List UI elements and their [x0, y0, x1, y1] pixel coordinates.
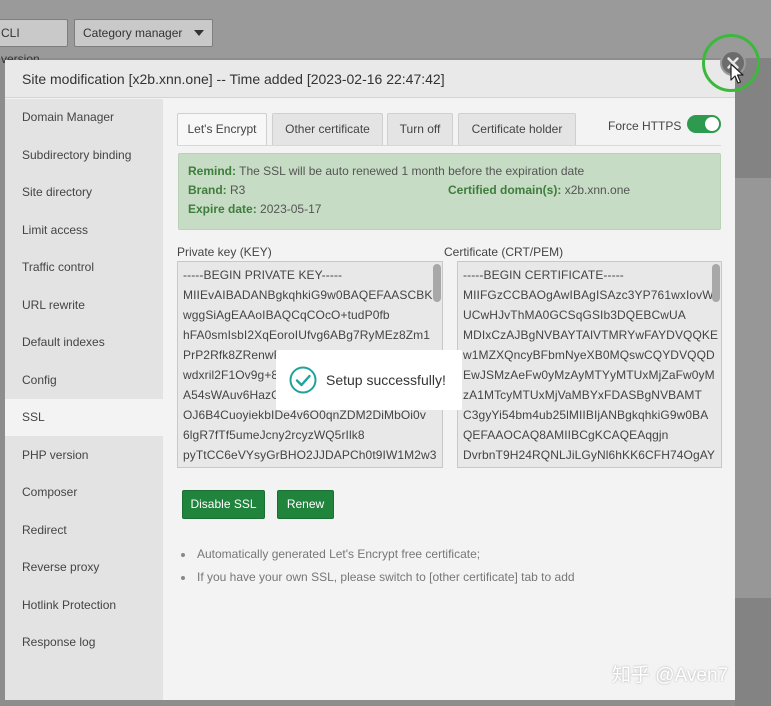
note-text: If you have your own SSL, please switch … — [197, 570, 575, 584]
key-line: 6lgR7fTf5umeJcny2rcyzWQ5rIlk8 — [183, 428, 365, 442]
cert-line: UCwHJvThMA0GCSqGSIb3DQEBCwUA — [463, 308, 686, 322]
key-line: pyTtCC6eVYsyGrBHO2JJDAPCh0t9IW1M2w3 — [183, 448, 437, 462]
certified-domain-label: Certified domain(s): — [448, 183, 562, 197]
cli-version-button[interactable]: CLI version — [0, 19, 68, 66]
key-line: wggSiAgEAAoIBAQCqCOcO+tudP0fb — [183, 308, 390, 322]
key-line: MIIEvAIBADANBgkqhkiG9w0BAQEFAASCBKY — [183, 288, 441, 302]
background-right-panel — [735, 178, 771, 598]
sidebar-item-response-log[interactable]: Response log — [5, 624, 163, 661]
renew-button[interactable]: Renew — [277, 490, 334, 519]
sidebar-item-composer[interactable]: Composer — [5, 474, 163, 511]
cert-line: zA1MTcyMTUxMjVaMBYxFDASBgNVBAMT — [463, 388, 702, 402]
cert-line: -----BEGIN CERTIFICATE----- — [463, 268, 624, 282]
cert-line: EwJSMzAeFw0yMzAyMTYyMTUxMjZaFw0yM — [463, 368, 715, 382]
brand-line: Brand: R3 — [188, 183, 245, 197]
expire-line: Expire date: 2023-05-17 — [188, 202, 321, 216]
background-toolbar: CLI version Category manager — [0, 0, 771, 66]
key-line: hFA0smIsbI2XqEoroIUfvg6ABg7RyMEz8Zm1 — [183, 328, 431, 342]
certificate-textarea[interactable]: -----BEGIN CERTIFICATE----- MIIFGzCCBAOg… — [457, 261, 722, 468]
remind-text: The SSL will be auto renewed 1 month bef… — [239, 164, 585, 178]
key-line: -----BEGIN PRIVATE KEY----- — [183, 268, 343, 282]
private-key-label: Private key (KEY) — [177, 245, 272, 259]
key-line: OJ6B4CuoyiekbIDe4v6O0qnZDM2DiMbOi0v — [183, 408, 426, 422]
success-toast: Setup successfully! — [276, 350, 462, 410]
disable-ssl-button[interactable]: Disable SSL — [182, 490, 265, 519]
chevron-down-icon — [194, 30, 204, 36]
mouse-cursor-icon — [730, 63, 744, 84]
key-line: PrP2Rfk8ZRenwP — [183, 348, 282, 362]
note-item: Automatically generated Let's Encrypt fr… — [181, 547, 480, 561]
sidebar-item-config[interactable]: Config — [5, 362, 163, 399]
toggle-knob — [705, 117, 719, 131]
cert-line: MDIxCzAJBgNVBAYTAlVTMRYwFAYDVQQKE — [463, 328, 719, 342]
expire-label: Expire date: — [188, 202, 257, 216]
watermark: 知乎 @Aven7 — [612, 665, 729, 686]
note-text: Automatically generated Let's Encrypt fr… — [197, 547, 481, 561]
cert-line: MIIFGzCCBAOgAwIBAgISAzc3YP761wxIovWz — [463, 288, 720, 302]
bullet-icon — [181, 575, 185, 580]
tab-turn-off[interactable]: Turn off — [387, 113, 453, 145]
force-https-label: Force HTTPS — [608, 119, 682, 133]
sidebar-item-redirect[interactable]: Redirect — [5, 512, 163, 549]
tabs-divider — [177, 145, 721, 146]
sidebar-item-reverse-proxy[interactable]: Reverse proxy — [5, 549, 163, 586]
key-line: wdxril2F1Ov9g+8 — [183, 368, 279, 382]
toast-message: Setup successfully! — [326, 372, 446, 388]
remind-label: Remind: — [188, 164, 236, 178]
sidebar-item-php-version[interactable]: PHP version — [5, 437, 163, 474]
sidebar-item-site-directory[interactable]: Site directory — [5, 174, 163, 211]
sidebar-item-traffic-control[interactable]: Traffic control — [5, 249, 163, 286]
sidebar-item-limit-access[interactable]: Limit access — [5, 212, 163, 249]
expire-value: 2023-05-17 — [260, 202, 322, 216]
cert-line: QEFAAOCAQ8AMIIBCgKCAQEAqgjn — [463, 428, 669, 442]
sidebar-item-subdirectory-binding[interactable]: Subdirectory binding — [5, 137, 163, 174]
tab-certificate-holder[interactable]: Certificate holder — [458, 113, 576, 145]
brand-value: R3 — [230, 183, 246, 197]
cert-line: C3gyYi54bm4ub25lMIIBIjANBgkqhkiG9w0BA — [463, 408, 709, 422]
sidebar-item-url-rewrite[interactable]: URL rewrite — [5, 287, 163, 324]
certificate-scrollbar[interactable] — [712, 264, 720, 302]
modal-header: Site modification [x2b.xnn.one] -- Time … — [5, 60, 735, 98]
key-line: A54sWAuv6HazG — [183, 388, 281, 402]
cert-line: w1MZXQncyBFbmNyeXB0MQswCQYDVQQD — [463, 348, 715, 362]
remind-line: Remind: The SSL will be auto renewed 1 m… — [188, 164, 584, 178]
brand-label: Brand: — [188, 183, 227, 197]
private-key-scrollbar[interactable] — [433, 264, 441, 302]
modal-title: Site modification [x2b.xnn.one] -- Time … — [22, 71, 445, 87]
sidebar-item-hotlink-protection[interactable]: Hotlink Protection — [5, 587, 163, 624]
certificate-label: Certificate (CRT/PEM) — [444, 245, 564, 259]
tab-other-certificate[interactable]: Other certificate — [272, 113, 383, 145]
certified-domain-value: x2b.xnn.one — [564, 183, 631, 197]
certified-domain-line: Certified domain(s): x2b.xnn.one — [448, 183, 630, 197]
check-circle-icon — [289, 366, 317, 394]
settings-sidebar: Domain Manager Subdirectory binding Site… — [5, 99, 163, 700]
category-manager-button[interactable]: Category manager — [74, 19, 213, 47]
cert-line: DvrbnT9H24RQNLJiLGyNl6hKK6CFH74OgAY — [463, 448, 716, 462]
sidebar-item-default-indexes[interactable]: Default indexes — [5, 324, 163, 361]
sidebar-item-ssl[interactable]: SSL — [5, 399, 163, 436]
category-manager-label: Category manager — [83, 26, 183, 40]
bullet-icon — [181, 552, 185, 557]
tab-lets-encrypt[interactable]: Let's Encrypt — [177, 113, 267, 145]
force-https-toggle[interactable] — [687, 115, 721, 133]
ssl-info-box: Remind: The SSL will be auto renewed 1 m… — [178, 153, 721, 230]
note-item: If you have your own SSL, please switch … — [181, 570, 575, 584]
sidebar-item-domain-manager[interactable]: Domain Manager — [5, 99, 163, 136]
